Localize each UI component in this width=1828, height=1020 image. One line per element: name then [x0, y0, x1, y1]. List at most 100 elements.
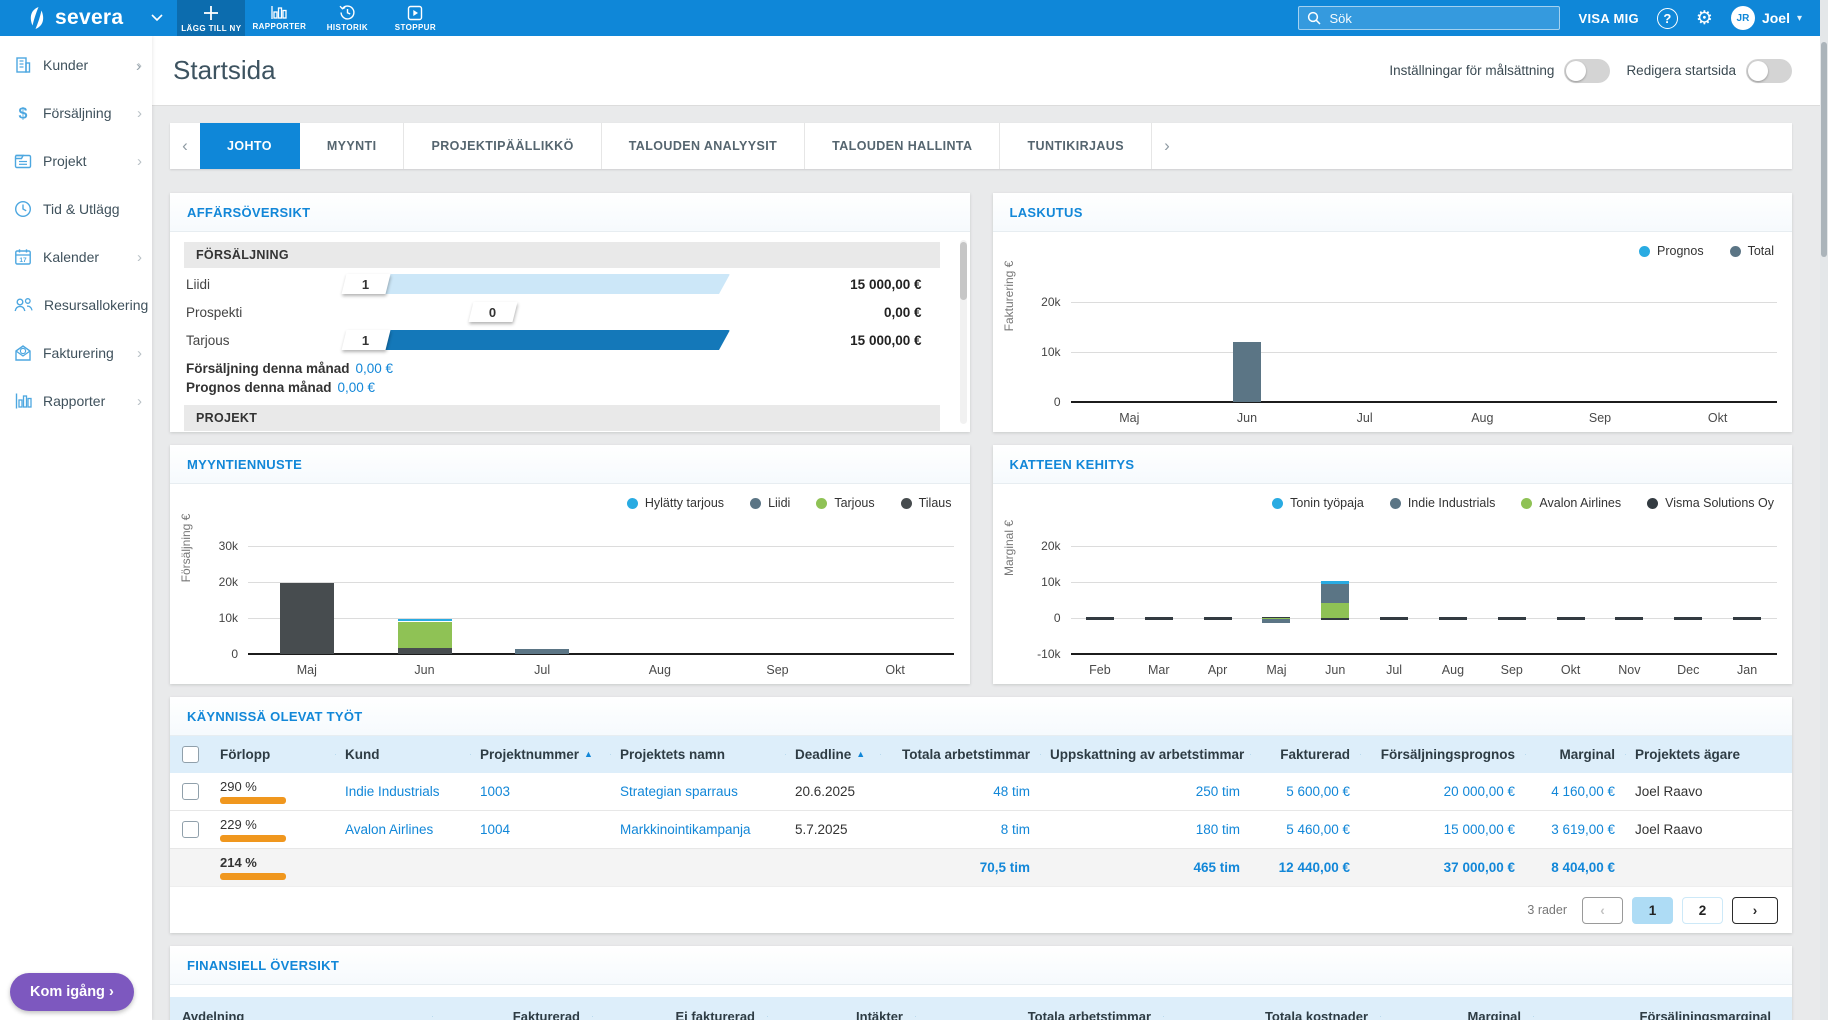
column-header-deadline[interactable]: Deadline▲ — [785, 747, 880, 762]
topnav-stopwatch-button[interactable]: STOPPUR — [381, 0, 449, 36]
sort-arrow-icon[interactable]: ▲ — [584, 749, 593, 759]
column-header-projektnummer[interactable]: Projektnummer▲ — [470, 747, 610, 762]
sidebar-item-kalender[interactable]: 17Kalender› — [0, 233, 152, 281]
financial-column-totala-arbetstimmar[interactable]: Totala arbetstimmar — [915, 1009, 1163, 1020]
sidebar-item-kunder[interactable]: Kunder› — [0, 41, 152, 89]
tab-johto[interactable]: JOHTO — [200, 123, 300, 169]
funnel-bar[interactable] — [380, 330, 730, 350]
column-header-uppskattning-av-arbetstimmar[interactable]: Uppskattning av arbetstimmar — [1040, 747, 1250, 762]
help-icon[interactable]: ? — [1657, 8, 1678, 29]
row-checkbox[interactable] — [182, 783, 199, 800]
panel-scrollbar[interactable] — [960, 240, 967, 424]
brand-chevron-down-icon[interactable] — [137, 0, 177, 36]
bar-segment-indie-industrials[interactable] — [1321, 584, 1349, 603]
bar-segment-indie-industrials[interactable] — [1262, 619, 1290, 623]
gear-icon[interactable]: ⚙ — [1696, 9, 1713, 28]
kom-igang-button[interactable]: Kom igång › — [10, 973, 134, 1011]
tab-tuntikirjaus[interactable]: TUNTIKIRJAUS — [1000, 123, 1151, 169]
cell[interactable]: 15 000,00 € — [1360, 822, 1525, 837]
cell[interactable]: 5 600,00 € — [1250, 784, 1360, 799]
tabs-scroll-left-icon[interactable]: ‹ — [170, 123, 200, 169]
topnav-history-button[interactable]: HISTORIK — [313, 0, 381, 36]
search-input[interactable] — [1329, 11, 1551, 26]
cell[interactable]: 5 460,00 € — [1250, 822, 1360, 837]
funnel-bar[interactable] — [380, 274, 730, 294]
cell[interactable]: Markkinointikampanja — [610, 822, 785, 837]
bar-segment-hyl-tty-tarjous[interactable] — [398, 619, 452, 621]
legend-item[interactable]: Prognos — [1639, 244, 1704, 258]
financial-column-totala-kostnader[interactable]: Totala kostnader — [1163, 1009, 1380, 1020]
financial-column-int-kter[interactable]: Intäkter — [767, 1009, 915, 1020]
edit-homepage-toggle[interactable] — [1746, 59, 1792, 83]
cell[interactable]: Strategian sparraus — [610, 784, 785, 799]
bar-segment-tarjous[interactable] — [398, 622, 452, 648]
cell[interactable]: 20 000,00 € — [1360, 784, 1525, 799]
select-all-checkbox[interactable] — [182, 746, 199, 763]
financial-column-f-rs-ljningsmarginal[interactable]: Försäljningsmarginal — [1533, 1009, 1783, 1020]
legend-item[interactable]: Tarjous — [816, 496, 874, 510]
legend-item[interactable]: Avalon Airlines — [1521, 496, 1621, 510]
sidebar-item-rapporter[interactable]: Rapporter› — [0, 377, 152, 425]
legend-item[interactable]: Indie Industrials — [1390, 496, 1496, 510]
column-header-fakturerad[interactable]: Fakturerad — [1250, 747, 1360, 762]
topnav-bar-chart-button[interactable]: RAPPORTER — [245, 0, 313, 36]
cell[interactable]: 4 160,00 € — [1525, 784, 1625, 799]
sort-arrow-icon[interactable]: ▲ — [856, 749, 865, 759]
column-header-projektets-namn[interactable]: Projektets namn — [610, 747, 785, 762]
pagination-page-1[interactable]: 1 — [1632, 897, 1673, 924]
column-header-f-rlopp[interactable]: Förlopp — [210, 747, 335, 762]
scrollbar-thumb[interactable] — [960, 242, 967, 300]
legend-item[interactable]: Tonin työpaja — [1272, 496, 1364, 510]
sidebar-item-resursallokering[interactable]: Resursallokering — [0, 281, 152, 329]
cell[interactable]: 1003 — [470, 784, 610, 799]
cell[interactable]: Indie Industrials — [335, 784, 470, 799]
row-checkbox[interactable] — [182, 821, 199, 838]
financial-column-marginal[interactable]: Marginal — [1380, 1009, 1533, 1020]
tab-talouden-hallinta[interactable]: TALOUDEN HALLINTA — [805, 123, 1000, 169]
severa-logo[interactable]: severa — [0, 0, 137, 36]
bar-segment-tonin-ty-paja[interactable] — [1321, 581, 1349, 583]
legend-item[interactable]: Liidi — [750, 496, 790, 510]
pagination-prev-button[interactable]: ‹ — [1582, 897, 1623, 924]
bar-segment-avalon-airlines[interactable] — [1321, 603, 1349, 618]
cell[interactable]: 48 tim — [880, 784, 1040, 799]
cell[interactable]: 180 tim — [1040, 822, 1250, 837]
column-header-f-rs-ljningsprognos[interactable]: Försäljningsprognos — [1360, 747, 1525, 762]
cell[interactable]: 3 619,00 € — [1525, 822, 1625, 837]
pagination-page-2[interactable]: 2 — [1682, 897, 1723, 924]
user-menu[interactable]: JR Joel ▾ — [1731, 6, 1802, 30]
page-scrollbar[interactable] — [1820, 0, 1828, 1020]
bar-segment-liidi[interactable] — [515, 649, 569, 654]
tabs-scroll-right-icon[interactable]: › — [1152, 123, 1182, 169]
goal-settings-toggle[interactable] — [1564, 59, 1610, 83]
cell[interactable]: 8 tim — [880, 822, 1040, 837]
column-header-projektets-gare[interactable]: Projektets ägare — [1625, 747, 1787, 762]
sidebar-collapse-chevron-icon[interactable]: › — [136, 58, 141, 75]
sidebar-item-projekt[interactable]: Projekt› — [0, 137, 152, 185]
legend-item[interactable]: Tilaus — [901, 496, 952, 510]
financial-column-ej-fakturerad[interactable]: Ej fakturerad — [592, 1009, 767, 1020]
column-header-kund[interactable]: Kund — [335, 747, 470, 762]
financial-column-fakturerad[interactable]: Fakturerad — [432, 1009, 592, 1020]
sidebar-item-f-rs-ljning[interactable]: $Försäljning› — [0, 89, 152, 137]
cell[interactable]: Avalon Airlines — [335, 822, 470, 837]
tab-talouden-analyysit[interactable]: TALOUDEN ANALYYSIT — [602, 123, 805, 169]
column-header-marginal[interactable]: Marginal — [1525, 747, 1625, 762]
sidebar-item-fakturering[interactable]: Fakturering› — [0, 329, 152, 377]
bar-segment-tilaus[interactable] — [280, 583, 334, 654]
bar-segment-tilaus[interactable] — [398, 648, 452, 654]
search-box[interactable] — [1298, 6, 1560, 30]
legend-item[interactable]: Hylätty tarjous — [627, 496, 724, 510]
legend-item[interactable]: Visma Solutions Oy — [1647, 496, 1774, 510]
visa-mig-button[interactable]: VISA MIG — [1578, 11, 1638, 26]
page-scrollbar-thumb[interactable] — [1821, 42, 1827, 257]
sidebar-item-tid-utl-gg[interactable]: Tid & Utlägg — [0, 185, 152, 233]
pagination-next-button[interactable]: › — [1732, 897, 1778, 924]
column-header-totala-arbetstimmar[interactable]: Totala arbetstimmar — [880, 747, 1040, 762]
tab-projektip-llikk-[interactable]: PROJEKTIPÄÄLLIKKÖ — [404, 123, 601, 169]
legend-item[interactable]: Total — [1730, 244, 1774, 258]
tab-myynti[interactable]: MYYNTI — [300, 123, 405, 169]
topnav-plus-button[interactable]: LÄGG TILL NY — [177, 0, 245, 36]
financial-column-avdelning[interactable]: Avdelning — [170, 1009, 432, 1020]
cell[interactable]: 250 tim — [1040, 784, 1250, 799]
